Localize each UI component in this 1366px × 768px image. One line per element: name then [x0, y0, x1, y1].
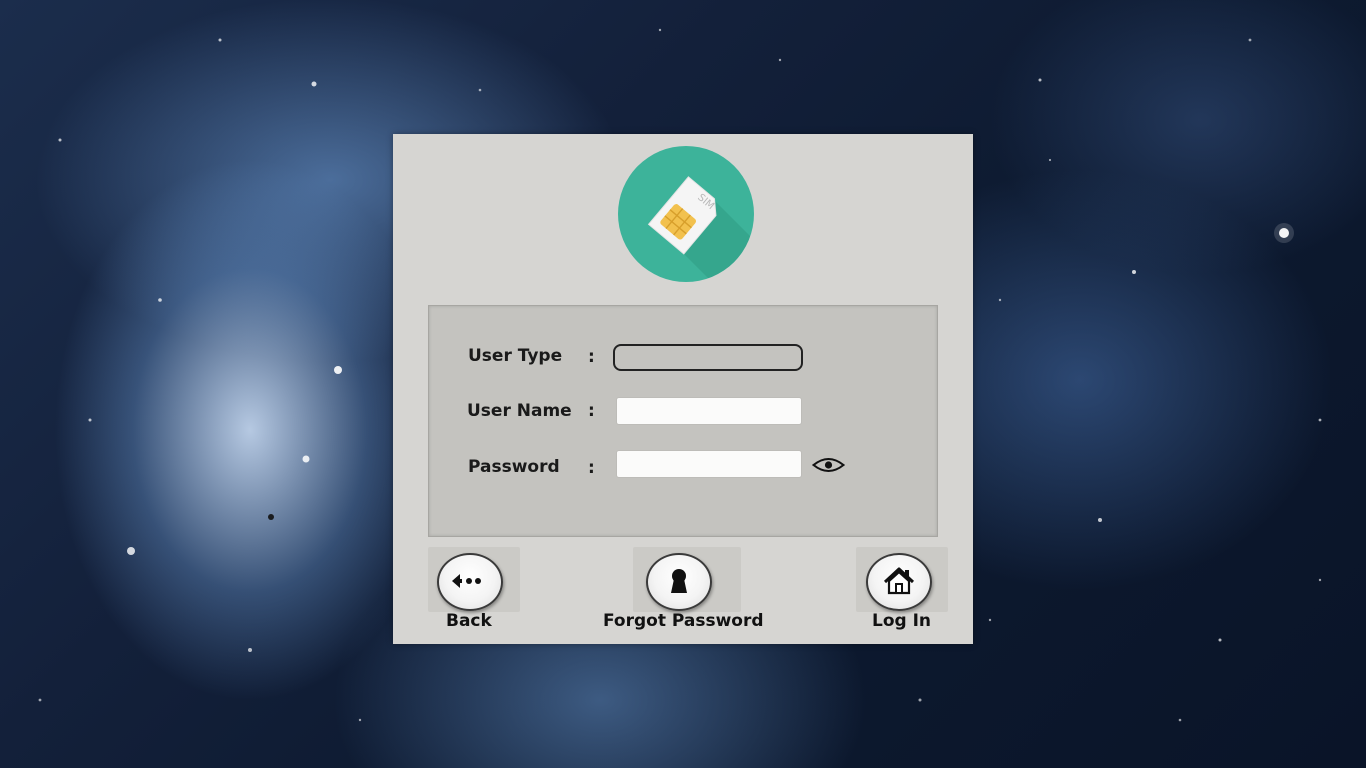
user-type-select[interactable]	[613, 344, 803, 371]
login-form-panel: User Type : User Name : Password :	[428, 305, 938, 537]
password-colon: :	[588, 458, 595, 478]
home-icon	[883, 567, 915, 595]
password-label: Password	[468, 457, 560, 477]
back-label: Back	[446, 611, 492, 631]
user-type-label: User Type	[468, 346, 563, 366]
eye-icon[interactable]	[812, 456, 845, 474]
keyhole-icon	[671, 569, 687, 593]
login-label: Log In	[872, 611, 932, 631]
login-button-circle	[866, 553, 932, 611]
sim-card-icon: SIM	[647, 176, 754, 282]
forgot-password-label: Forgot Password	[603, 611, 764, 631]
user-name-label: User Name	[467, 401, 572, 421]
user-name-input[interactable]	[616, 397, 802, 425]
forgot-password-button-circle	[646, 553, 712, 611]
back-arrow-icon	[452, 574, 481, 588]
login-button[interactable]: Log In	[856, 547, 948, 637]
password-input[interactable]	[616, 450, 802, 478]
login-dialog: SIM User Type : User Name : Password : B…	[393, 134, 973, 644]
forgot-password-button[interactable]: Forgot Password	[602, 547, 772, 637]
back-button[interactable]: Back	[428, 547, 520, 637]
sim-card-logo: SIM	[618, 146, 754, 282]
user-name-colon: :	[588, 401, 595, 421]
user-type-value	[615, 350, 623, 365]
back-button-circle	[437, 553, 503, 611]
user-type-colon: :	[588, 347, 595, 367]
